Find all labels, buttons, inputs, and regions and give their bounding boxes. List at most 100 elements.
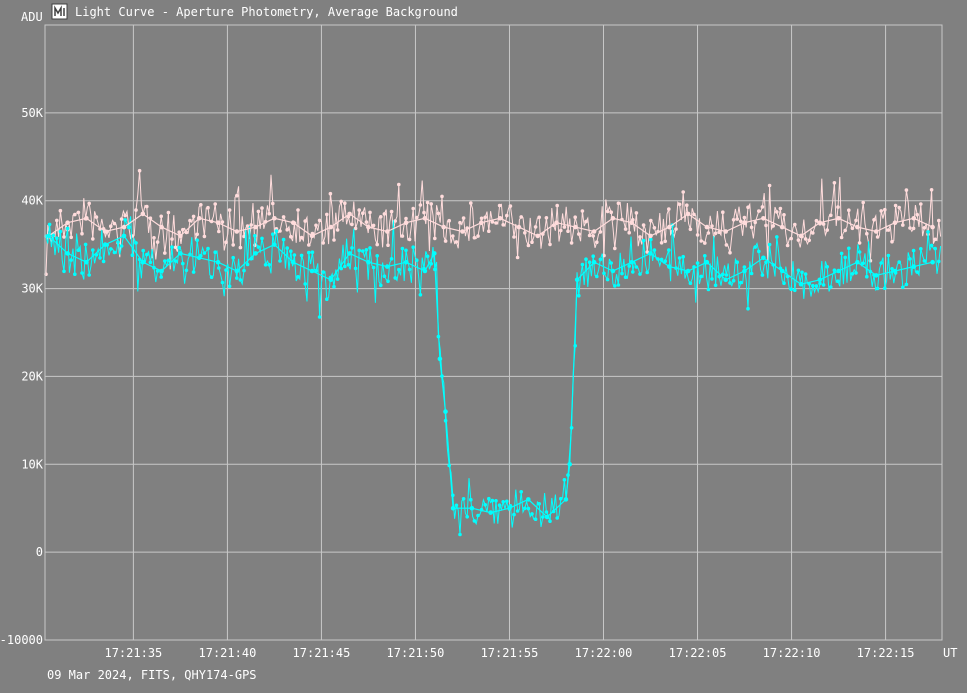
series-1-jitter-dot xyxy=(616,283,621,287)
series-0-jitter-dot xyxy=(386,243,390,247)
series-1-jitter-dot xyxy=(825,265,829,269)
series-1-jitter-dot xyxy=(753,245,757,249)
series-0-jitter-dot xyxy=(281,215,286,219)
series-1-jitter-dot xyxy=(227,284,232,289)
series-0-jitter-dot xyxy=(793,222,797,227)
series-0-jitter-dot xyxy=(501,223,506,227)
series-0-jitter-dot xyxy=(562,225,567,229)
series-1-jitter-dot xyxy=(631,270,635,274)
x-tick-label: 17:21:45 xyxy=(293,646,351,660)
series-1-jitter-dot xyxy=(256,245,261,249)
series-0-jitter-dot xyxy=(649,218,653,223)
series-0-jitter-dot xyxy=(94,215,99,219)
series-0-point xyxy=(497,216,503,221)
series-0-jitter-dot xyxy=(523,231,527,235)
series-0-jitter-dot xyxy=(829,213,833,218)
series-1-jitter-dot xyxy=(472,519,477,523)
series-0-jitter-dot xyxy=(544,216,549,220)
series-0-jitter-dot xyxy=(652,226,657,230)
series-0-jitter-dot xyxy=(73,212,77,217)
series-0-jitter-dot xyxy=(659,241,664,245)
series-0-jitter-dot xyxy=(933,237,937,242)
series-0-jitter-dot xyxy=(325,212,329,217)
series-1-jitter-dot xyxy=(454,503,459,508)
series-1-jitter-dot xyxy=(303,282,308,286)
series-0-jitter-dot xyxy=(731,218,736,222)
series-0-jitter-dot xyxy=(796,238,801,242)
series-1-jitter-dot xyxy=(116,240,120,244)
series-0-jitter-dot xyxy=(515,255,520,260)
series-1-point xyxy=(469,505,475,511)
series-0-jitter-dot xyxy=(623,227,628,231)
series-0-line xyxy=(48,213,933,237)
series-1-point xyxy=(309,268,315,274)
x-tick-label: 17:22:15 xyxy=(857,646,915,660)
series-1-point xyxy=(102,242,108,247)
series-1-jitter-dot xyxy=(386,279,390,284)
series-0-point xyxy=(159,224,164,230)
series-0-jitter-dot xyxy=(357,208,362,212)
series-1-jitter-dot xyxy=(346,262,351,267)
series-1-jitter-dot xyxy=(710,277,714,281)
series-0-jitter-dot xyxy=(231,243,235,247)
series-0-jitter-dot xyxy=(767,183,772,188)
series-1-jitter-dot xyxy=(541,515,545,519)
series-1-jitter-dot xyxy=(530,512,534,516)
series-0-jitter-dot xyxy=(285,227,290,232)
series-1-jitter-dot xyxy=(641,238,646,243)
series-0-jitter-dot xyxy=(728,250,732,255)
series-1-jitter-dot xyxy=(850,272,855,276)
series-0-jitter-dot xyxy=(811,231,815,235)
series-1-jitter-dot xyxy=(58,229,63,234)
series-0-point xyxy=(272,216,277,221)
series-1-jitter-dot xyxy=(119,244,124,248)
series-0-point xyxy=(516,224,522,230)
series-0-jitter-dot xyxy=(202,234,207,239)
series-1-point xyxy=(443,409,448,414)
series-0-jitter-dot xyxy=(429,202,434,206)
window-icon[interactable] xyxy=(51,3,68,20)
series-1-jitter-dot xyxy=(371,265,376,270)
series-0-jitter-dot xyxy=(857,241,862,245)
chart-title: Light Curve - Aperture Photometry, Avera… xyxy=(75,5,458,19)
series-0-point xyxy=(704,224,710,230)
series-1-jitter-dot xyxy=(418,293,423,297)
series-1-jitter-dot xyxy=(857,250,862,254)
series-0-jitter-dot xyxy=(55,218,59,223)
series-1-jitter-dot xyxy=(353,266,358,271)
series-1-jitter-dot xyxy=(645,270,649,275)
series-0-jitter-dot xyxy=(220,220,225,224)
series-0-jitter-dot xyxy=(58,208,63,213)
series-1-point xyxy=(178,251,183,256)
y-tick-label: 20K xyxy=(21,369,43,383)
series-1-jitter-dot xyxy=(742,265,747,269)
series-0-jitter-dot xyxy=(785,243,790,248)
series-0-point xyxy=(253,224,258,230)
series-1-jitter-dot xyxy=(357,248,362,253)
series-0-point xyxy=(441,224,447,230)
series-0-jitter-dot xyxy=(548,242,552,247)
series-1-jitter-dot xyxy=(555,516,559,520)
series-1-jitter-dot xyxy=(278,259,282,263)
series-0-jitter-dot xyxy=(847,208,851,212)
series-0-jitter-dot xyxy=(91,237,95,241)
series-0-jitter-dot xyxy=(803,237,808,241)
series-1-point xyxy=(544,514,550,520)
series-0-jitter-dot xyxy=(371,223,376,228)
series-1-jitter-dot xyxy=(47,222,52,227)
series-1-jitter-dot xyxy=(195,238,199,242)
series-0-point xyxy=(102,229,108,234)
series-0-jitter-dot xyxy=(80,231,84,236)
series-0-point xyxy=(290,220,296,225)
series-0-jitter-dot xyxy=(224,240,228,244)
series-0-jitter-dot xyxy=(580,209,585,213)
series-1-jitter-dot xyxy=(505,499,509,504)
series-0-jitter-dot xyxy=(418,203,423,207)
series-1-point xyxy=(215,259,221,265)
series-1-jitter-dot xyxy=(584,257,588,262)
series-1-jitter-dot xyxy=(307,250,311,255)
series-1-jitter-dot xyxy=(109,247,113,251)
series-1-jitter-dot xyxy=(141,248,145,253)
series-0-jitter-dot xyxy=(382,212,387,216)
series-0-jitter-dot xyxy=(591,234,595,238)
